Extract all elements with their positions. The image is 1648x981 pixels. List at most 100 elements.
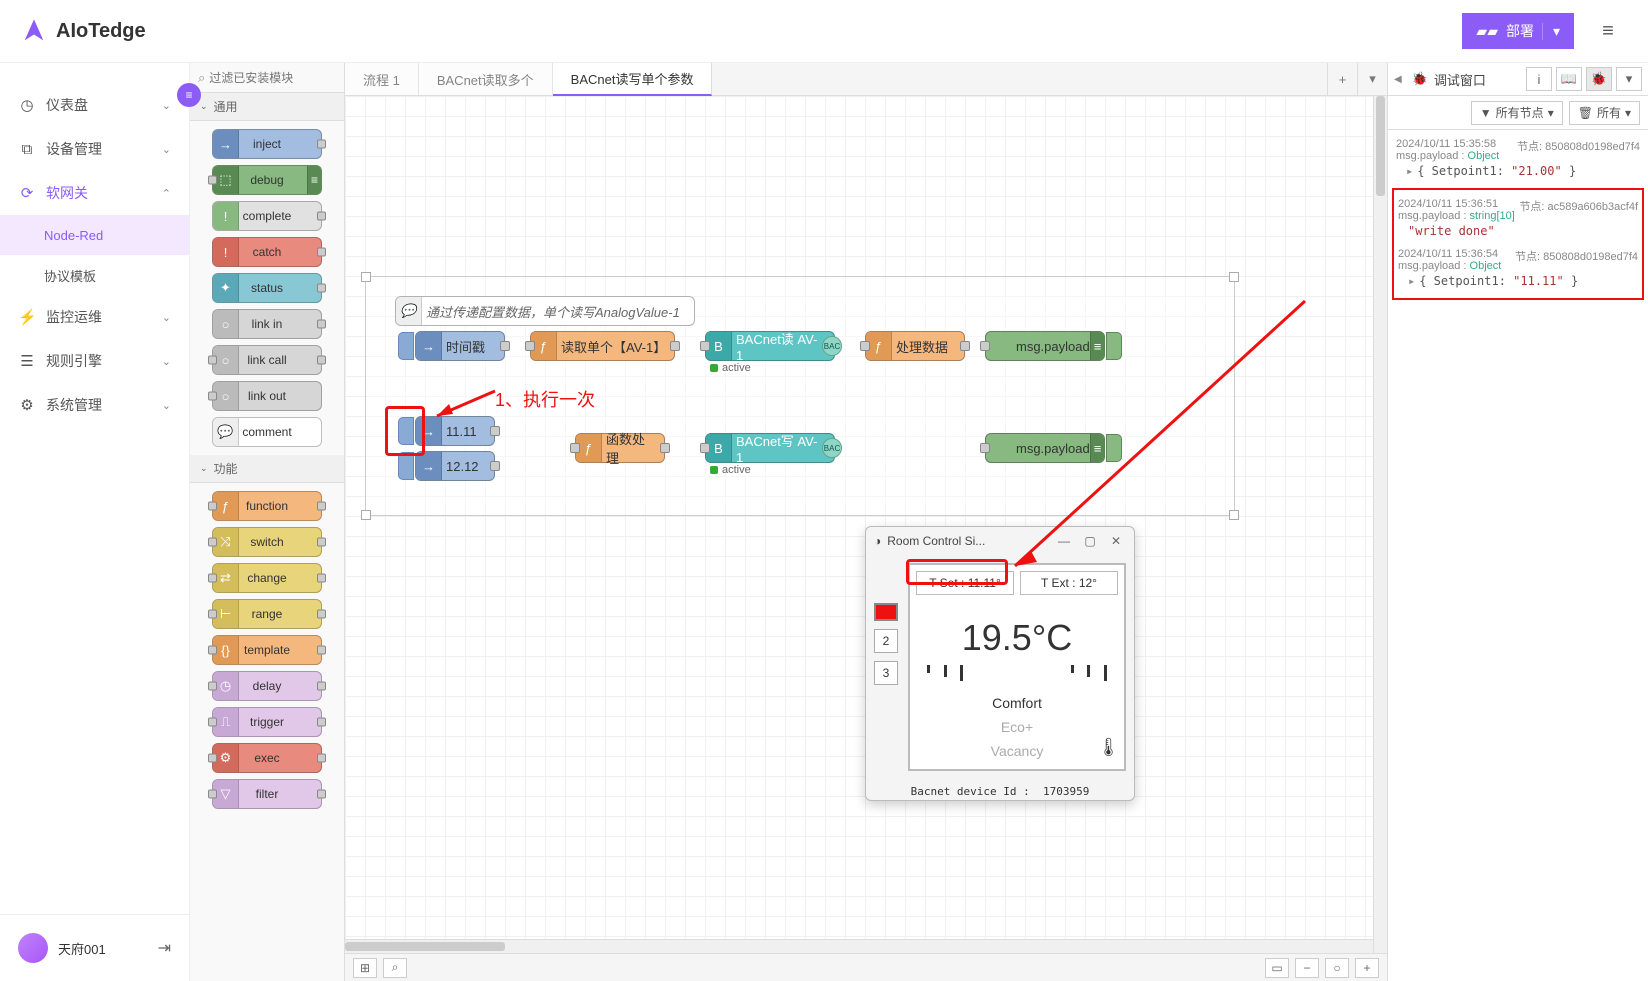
palette-node-exec[interactable]: ⚙exec	[212, 743, 322, 773]
caret-right-icon[interactable]: ▸	[1406, 164, 1413, 178]
sidebar-info-button[interactable]: i	[1526, 67, 1552, 91]
deploy-caret-icon[interactable]: ▾	[1542, 23, 1560, 40]
nav-node-red[interactable]: Node-Red	[0, 215, 189, 255]
caret-right-icon[interactable]: ▸	[1408, 274, 1415, 288]
zoom-in-button[interactable]: +	[1355, 958, 1379, 978]
sim-side: 2 3	[874, 563, 902, 771]
node-bacnet-read[interactable]: BBACnet读 AV-1BACactive	[705, 331, 835, 361]
nav-gateway[interactable]: ⟳软网关⌃	[0, 171, 189, 215]
palette-node-filter[interactable]: ▽filter	[212, 779, 322, 809]
palette-node-complete[interactable]: !complete	[212, 201, 322, 231]
sidebar-debug-button[interactable]: 🐞	[1586, 67, 1612, 91]
tab-menu-button[interactable]: ▾	[1357, 63, 1387, 95]
chevron-down-icon: ⌄	[200, 101, 208, 112]
filter-nodes-button[interactable]: ▼所有节点▾	[1471, 101, 1563, 125]
node-func-process[interactable]: ƒ函数处理	[575, 433, 665, 463]
inject-button[interactable]	[398, 452, 414, 480]
deploy-button[interactable]: ▰▰ 部署 ▾	[1462, 13, 1574, 49]
filter-clear-button[interactable]: 🗑所有▾	[1569, 101, 1640, 125]
node-debug-1[interactable]: msg.payload≡	[985, 331, 1105, 361]
maximize-button[interactable]: ▢	[1080, 534, 1100, 548]
canvas-scroll-horizontal[interactable]	[345, 939, 1373, 953]
palette-node-inject[interactable]: →inject	[212, 129, 322, 159]
node-read-single[interactable]: ƒ读取单个【AV-1】	[530, 331, 675, 361]
minimize-button[interactable]: —	[1054, 534, 1074, 548]
flow-comment[interactable]: 💬通过传递配置数据，单个读写AnalogValue-1	[395, 296, 695, 326]
logout-button[interactable]: ⇥	[158, 938, 171, 958]
palette-node-switch[interactable]: ⤨switch	[212, 527, 322, 557]
footer-view-button[interactable]: ▭	[1265, 958, 1289, 978]
flow-canvas[interactable]: 💬通过传递配置数据，单个读写AnalogValue-1 →时间戳 ƒ读取单个【A…	[345, 96, 1387, 953]
footer-search-button[interactable]: ⌕	[383, 958, 407, 978]
nav-protocol-template[interactable]: 协议模板	[0, 255, 189, 295]
zoom-reset-button[interactable]: ○	[1325, 958, 1349, 978]
menu-button[interactable]: ≡	[1588, 11, 1628, 51]
palette-node-link-in[interactable]: ○link in	[212, 309, 322, 339]
tab-bacnet-rw-single[interactable]: BACnet读写单个参数	[553, 63, 713, 96]
debug-toggle-button[interactable]	[1106, 434, 1122, 462]
node-timestamp-inject[interactable]: →时间戳	[415, 331, 505, 361]
nav-monitoring[interactable]: ⚡监控运维⌄	[0, 295, 189, 339]
stripe-icon: ≡	[1090, 332, 1104, 360]
palette-node-comment[interactable]: 💬comment	[212, 417, 322, 447]
chevron-down-icon: ⌄	[200, 463, 208, 474]
close-button[interactable]: ✕	[1106, 534, 1126, 548]
canvas-scroll-vertical[interactable]	[1373, 96, 1387, 953]
sidebar-menu-button[interactable]: ▾	[1616, 67, 1642, 91]
simulator-window[interactable]: ◑ Room Control Si... — ▢ ✕ 2 3	[865, 526, 1135, 801]
palette-group-function[interactable]: ⌄功能	[190, 455, 344, 483]
palette-node-debug[interactable]: ⬚debug≡	[212, 165, 322, 195]
tab-bacnet-read-many[interactable]: BACnet读取多个	[419, 63, 553, 95]
app-logo: AIoTedge	[20, 17, 146, 45]
node-bacnet-write[interactable]: BBACnet写 AV-1BACactive	[705, 433, 835, 463]
sim-btn-2[interactable]: 2	[874, 629, 898, 653]
debug-toggle-button[interactable]	[1106, 332, 1122, 360]
sim-titlebar[interactable]: ◑ Room Control Si... — ▢ ✕	[866, 527, 1134, 555]
palette-node-catch[interactable]: !catch	[212, 237, 322, 267]
sim-mode-vacancy[interactable]: Vacancy	[916, 739, 1118, 763]
add-tab-button[interactable]: +	[1327, 63, 1357, 95]
status-icon: ✦	[213, 274, 239, 302]
node-process-data[interactable]: ƒ处理数据	[865, 331, 965, 361]
nav-devices[interactable]: ⧉设备管理⌄	[0, 127, 189, 171]
left-nav: ≡ ◷仪表盘⌄ ⧉设备管理⌄ ⟳软网关⌃ Node-Red 协议模板 ⚡监控运维…	[0, 63, 190, 981]
zoom-out-button[interactable]: −	[1295, 958, 1319, 978]
palette-node-range[interactable]: ⊢range	[212, 599, 322, 629]
debug-highlight-box: 2024/10/11 15:36:51节点: ac589a606b3acf4f …	[1392, 188, 1644, 300]
sim-mode-comfort[interactable]: Comfort	[916, 691, 1118, 715]
node-inject-1212[interactable]: →12.12	[415, 451, 495, 481]
sim-btn-3[interactable]: 3	[874, 661, 898, 685]
palette-node-status[interactable]: ✦status	[212, 273, 322, 303]
nav-system[interactable]: ⚙系统管理⌄	[0, 383, 189, 427]
system-icon: ⚙	[18, 396, 36, 414]
palette-node-link-call[interactable]: ○link call	[212, 345, 322, 375]
debug-entry[interactable]: 2024/10/11 15:36:54节点: 850808d0198ed7f4 …	[1398, 244, 1638, 294]
palette-node-link-out[interactable]: ○link out	[212, 381, 322, 411]
chevron-up-icon: ⌃	[162, 187, 171, 200]
sidebar-help-button[interactable]: 📖	[1556, 67, 1582, 91]
sim-led[interactable]	[874, 603, 898, 621]
nav-dashboard[interactable]: ◷仪表盘⌄	[0, 83, 189, 127]
palette-node-function[interactable]: ƒfunction	[212, 491, 322, 521]
collapse-nav-button[interactable]: ≡	[177, 83, 201, 107]
sim-text: T Ext : 12°	[1020, 571, 1118, 595]
palette-node-template[interactable]: {}template	[212, 635, 322, 665]
sim-mode-eco[interactable]: Eco+	[916, 715, 1118, 739]
palette-group-common[interactable]: ⌄通用	[190, 93, 344, 121]
palette-node-delay[interactable]: ◷delay	[212, 671, 322, 701]
avatar[interactable]	[18, 933, 48, 963]
node-inject-1111[interactable]: →11.11	[415, 416, 495, 446]
debug-entry[interactable]: 2024/10/11 15:36:51节点: ac589a606b3acf4f …	[1398, 194, 1638, 244]
node-palette: ⌕ ⌄通用 →inject ⬚debug≡ !complete !catch ✦…	[190, 63, 345, 981]
link-icon: ○	[213, 310, 239, 338]
debug-messages[interactable]: 2024/10/11 15:35:58节点: 850808d0198ed7f4 …	[1388, 130, 1648, 981]
debug-entry[interactable]: 2024/10/11 15:35:58节点: 850808d0198ed7f4 …	[1396, 134, 1640, 184]
inject-button[interactable]	[398, 332, 414, 360]
tab-flow-1[interactable]: 流程 1	[345, 63, 419, 95]
node-debug-2[interactable]: msg.payload≡	[985, 433, 1105, 463]
footer-nav-button[interactable]: ⊞	[353, 958, 377, 978]
nav-rules[interactable]: ☰规则引擎⌄	[0, 339, 189, 383]
palette-node-trigger[interactable]: ⎍trigger	[212, 707, 322, 737]
palette-node-change[interactable]: ⇄change	[212, 563, 322, 593]
palette-search-input[interactable]	[209, 71, 336, 85]
